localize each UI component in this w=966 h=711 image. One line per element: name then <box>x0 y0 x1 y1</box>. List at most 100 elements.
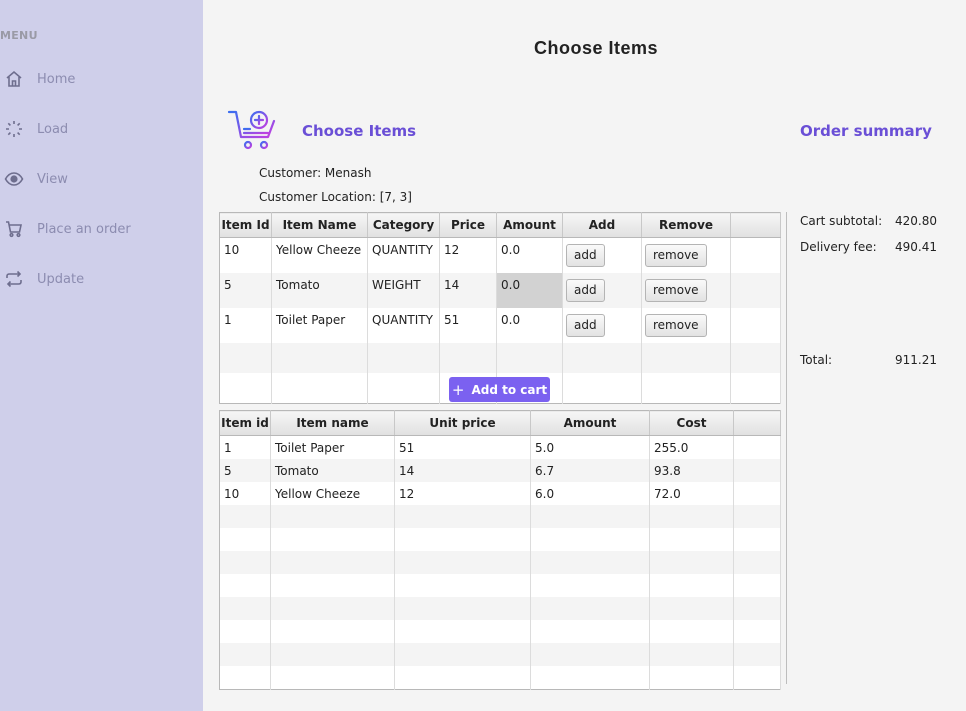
item-name-cell: Toilet Paper <box>271 308 368 343</box>
add-button[interactable]: add <box>566 279 605 302</box>
remove-button[interactable]: remove <box>645 244 707 267</box>
filler-cell <box>733 435 781 459</box>
cart-cost-cell: 72.0 <box>649 482 734 505</box>
choose-items-heading: Choose Items <box>302 122 417 140</box>
cart-cost-cell: 255.0 <box>649 435 734 459</box>
empty-row <box>219 666 781 690</box>
remove-button[interactable]: remove <box>645 314 707 337</box>
cart-subtotal-value: 420.80 <box>895 214 937 228</box>
loader-icon <box>4 119 24 139</box>
column-header[interactable]: Amount <box>530 410 650 436</box>
cart-amount-cell: 5.0 <box>530 435 650 459</box>
column-header[interactable]: Unit price <box>394 410 531 436</box>
nav-item-home[interactable]: Home <box>4 66 75 92</box>
cart-amount-cell: 6.7 <box>530 459 650 482</box>
summary-divider <box>786 212 787 684</box>
column-header[interactable]: Cost <box>649 410 734 436</box>
page-title: Choose Items <box>533 38 659 58</box>
eye-icon <box>4 169 24 189</box>
cart-name-cell: Toilet Paper <box>270 435 395 459</box>
empty-row <box>219 343 781 373</box>
add-to-cart-label: Add to cart <box>471 382 548 397</box>
cart-unit-price-cell: 14 <box>394 459 531 482</box>
cart-subtotal-label: Cart subtotal: <box>800 214 883 228</box>
column-header-filler <box>733 410 781 436</box>
add-cell: add <box>562 308 642 343</box>
add-button[interactable]: add <box>566 314 605 337</box>
item-id-cell: 5 <box>219 273 272 308</box>
table-header-row: Item Id Item Name Category Price Amount … <box>219 212 781 238</box>
add-cell: add <box>562 237 642 273</box>
remove-cell: remove <box>641 308 731 343</box>
nav-item-load[interactable]: Load <box>4 116 68 142</box>
item-amount-cell[interactable]: 0.0 <box>496 237 563 273</box>
table-row[interactable]: 1 Toilet Paper 51 5.0 255.0 <box>219 435 781 459</box>
empty-row <box>219 643 781 666</box>
item-amount-cell[interactable]: 0.0 <box>496 273 563 308</box>
filler-cell <box>730 308 781 343</box>
cart-unit-price-cell: 12 <box>394 482 531 505</box>
item-name-cell: Yellow Cheeze <box>271 237 368 273</box>
table-row[interactable]: 5 Tomato WEIGHT 14 0.0 add remove <box>219 273 781 308</box>
home-icon <box>4 69 24 89</box>
remove-button[interactable]: remove <box>645 279 707 302</box>
empty-row <box>219 574 781 597</box>
customer-location: Customer Location: [7, 3] <box>259 190 412 204</box>
filler-cell <box>733 482 781 505</box>
item-amount-cell[interactable]: 0.0 <box>496 308 563 343</box>
item-category-cell: QUANTITY <box>367 308 440 343</box>
column-header[interactable]: Item name <box>270 410 395 436</box>
add-cell: add <box>562 273 642 308</box>
cart-unit-price-cell: 51 <box>394 435 531 459</box>
item-name-cell: Tomato <box>271 273 368 308</box>
column-header[interactable]: Item Name <box>271 212 368 238</box>
remove-cell: remove <box>641 273 731 308</box>
column-header[interactable]: Add <box>562 212 642 238</box>
cart-id-cell: 1 <box>219 435 271 459</box>
delivery-fee-label: Delivery fee: <box>800 240 877 254</box>
cart-table: Item id Item name Unit price Amount Cost… <box>219 410 781 690</box>
column-header[interactable]: Price <box>439 212 497 238</box>
item-price-cell: 14 <box>439 273 497 308</box>
total-value: 911.21 <box>895 353 937 367</box>
menu-title: MENU <box>0 29 38 42</box>
column-header[interactable]: Amount <box>496 212 563 238</box>
empty-row <box>219 551 781 574</box>
delivery-fee-value: 490.41 <box>895 240 937 254</box>
nav-item-label: View <box>37 171 68 187</box>
filler-cell <box>730 237 781 273</box>
empty-row <box>219 620 781 643</box>
item-price-cell: 12 <box>439 237 497 273</box>
filler-cell <box>733 459 781 482</box>
column-header[interactable]: Item id <box>219 410 271 436</box>
item-id-cell: 1 <box>219 308 272 343</box>
nav-item-place-order[interactable]: Place an order <box>4 216 131 242</box>
add-button[interactable]: add <box>566 244 605 267</box>
column-header[interactable]: Remove <box>641 212 731 238</box>
table-row[interactable]: 10 Yellow Cheeze 12 6.0 72.0 <box>219 482 781 505</box>
items-table: Item Id Item Name Category Price Amount … <box>219 212 781 404</box>
item-id-cell: 10 <box>219 237 272 273</box>
nav-item-view[interactable]: View <box>4 166 68 192</box>
cart-add-icon <box>226 107 280 153</box>
add-to-cart-button[interactable]: + Add to cart <box>449 377 550 402</box>
filler-cell <box>730 273 781 308</box>
cart-id-cell: 10 <box>219 482 271 505</box>
nav-item-update[interactable]: Update <box>4 266 84 292</box>
table-row[interactable]: 10 Yellow Cheeze QUANTITY 12 0.0 add rem… <box>219 237 781 273</box>
cart-name-cell: Yellow Cheeze <box>270 482 395 505</box>
order-summary-heading: Order summary <box>800 122 932 140</box>
column-header[interactable]: Item Id <box>219 212 272 238</box>
table-header-row: Item id Item name Unit price Amount Cost <box>219 410 781 436</box>
column-header[interactable]: Category <box>367 212 440 238</box>
cart-amount-cell: 6.0 <box>530 482 650 505</box>
cart-name-cell: Tomato <box>270 459 395 482</box>
nav-item-label: Place an order <box>37 221 131 237</box>
remove-cell: remove <box>641 237 731 273</box>
table-row[interactable]: 5 Tomato 14 6.7 93.8 <box>219 459 781 482</box>
empty-row <box>219 528 781 551</box>
plus-icon: + <box>451 380 465 399</box>
empty-row <box>219 597 781 620</box>
column-header-filler <box>730 212 781 238</box>
table-row[interactable]: 1 Toilet Paper QUANTITY 51 0.0 add remov… <box>219 308 781 343</box>
